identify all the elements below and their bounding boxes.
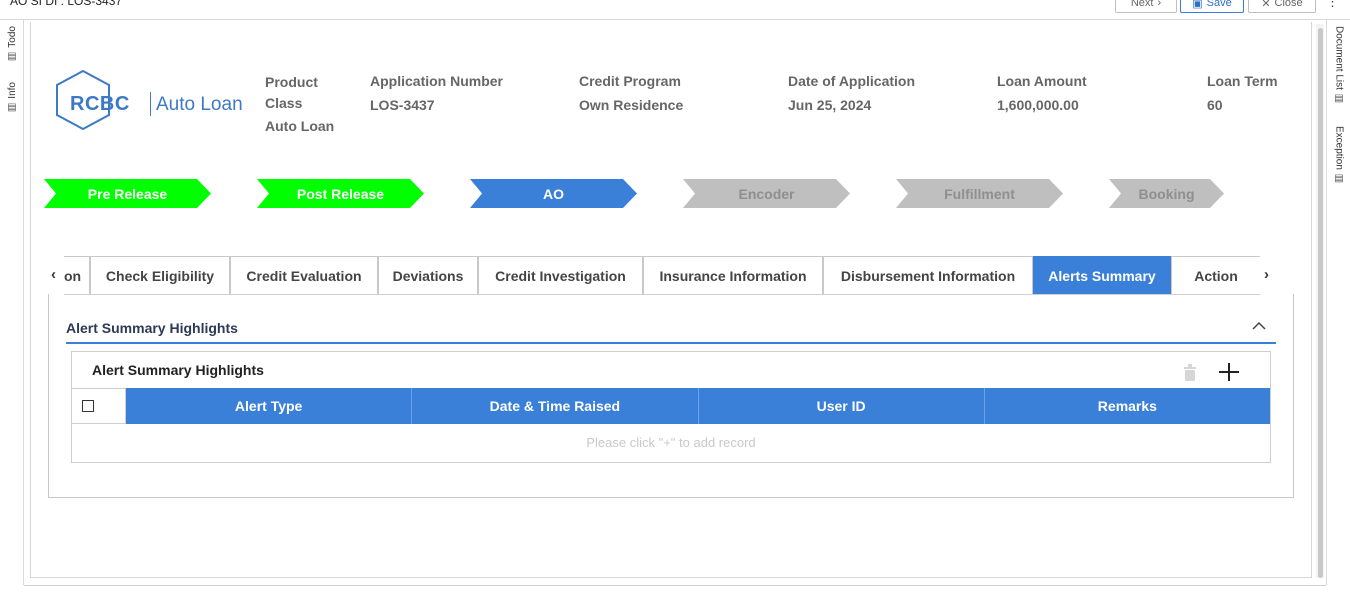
add-record-icon[interactable] (1217, 361, 1241, 383)
window-title: AO SI DI : LOS-3437 (10, 0, 123, 8)
tab-insurance-information[interactable]: Insurance Information (643, 256, 823, 294)
right-side-rail: Document List ▤ Exception ▤ (1326, 20, 1350, 585)
clipboard-icon: ▤ (1334, 172, 1344, 184)
rail-exception[interactable]: Exception ▤ (1330, 126, 1348, 184)
loan-amount-field: Loan Amount 1,600,000.00 (997, 73, 1087, 113)
stage-post-release: Post Release (257, 179, 424, 208)
column-header-date-time-raised[interactable]: Date & Time Raised (412, 388, 699, 424)
tab-disbursement-information[interactable]: Disbursement Information (823, 256, 1033, 294)
tab-action[interactable]: Action (1171, 256, 1260, 294)
application-number-field: Application Number LOS-3437 (370, 73, 504, 113)
save-button[interactable]: ▣ Save (1180, 0, 1244, 13)
stage-booking: Booking (1109, 179, 1224, 208)
divider (24, 585, 1326, 586)
trash-icon[interactable] (1182, 363, 1198, 382)
logo-brand: RCBC (70, 93, 130, 115)
tabs-scroll-right-icon[interactable]: › (1264, 266, 1269, 283)
clipboard-icon: ▤ (7, 50, 17, 62)
next-button[interactable]: Next › (1115, 0, 1177, 13)
chevron-up-icon[interactable] (1250, 318, 1268, 334)
date-of-application-field: Date of Application Jun 25, 2024 (788, 73, 916, 113)
column-header-remarks[interactable]: Remarks (984, 388, 1270, 424)
stage-ao: AO (470, 179, 637, 208)
close-button[interactable]: ✕ Close (1248, 0, 1316, 13)
product-class-field: Product Class Auto Loan (265, 74, 335, 134)
more-menu-icon[interactable]: ⋮ (1326, 0, 1339, 10)
clipboard-icon: ▤ (1334, 92, 1344, 104)
select-all-cell (72, 388, 126, 424)
save-icon: ▣ (1192, 0, 1203, 10)
section-underline (66, 342, 1276, 344)
left-side-rail: Todo ▤ Info ▤ (0, 20, 24, 585)
loan-term-field: Loan Term 60 (1207, 73, 1278, 113)
logo-product: Auto Loan (156, 94, 243, 115)
tabs-scroll-left-icon[interactable]: ‹ (51, 266, 56, 283)
section-title: Alert Summary Highlights (66, 320, 238, 336)
tab-credit-evaluation[interactable]: Credit Evaluation (230, 256, 378, 294)
rail-document-list[interactable]: Document List ▤ (1330, 26, 1348, 104)
close-icon: ✕ (1261, 0, 1271, 10)
tab-partial[interactable]: on (64, 256, 90, 294)
rail-todo[interactable]: Todo ▤ (3, 26, 21, 62)
window-header: AO SI DI : LOS-3437 Next › ▣ Save ✕ Clos… (0, 0, 1350, 20)
select-all-checkbox[interactable] (82, 400, 94, 412)
stage-fulfillment: Fulfillment (896, 179, 1063, 208)
grid-title: Alert Summary Highlights (92, 362, 264, 378)
tab-credit-investigation[interactable]: Credit Investigation (478, 256, 643, 294)
column-header-user-id[interactable]: User ID (698, 388, 985, 424)
stage-pre-release: Pre Release (44, 179, 211, 208)
chevron-right-icon: › (1157, 0, 1162, 9)
stage-encoder: Encoder (683, 179, 850, 208)
tab-deviations[interactable]: Deviations (378, 256, 478, 294)
rcbc-auto-loan-logo: RCBC Auto Loan (54, 70, 244, 130)
clipboard-icon: ▤ (7, 101, 17, 113)
empty-grid-message: Please click "+" to add record (586, 435, 756, 450)
scrollbar-thumb[interactable] (1318, 28, 1323, 578)
grid-header-row: Alert Type Date & Time Raised User ID Re… (72, 388, 1270, 424)
credit-program-field: Credit Program Own Residence (579, 73, 684, 113)
tab-check-eligibility[interactable]: Check Eligibility (90, 256, 230, 294)
tab-alerts-summary[interactable]: Alerts Summary (1033, 256, 1171, 294)
rail-info[interactable]: Info ▤ (3, 82, 21, 113)
column-header-alert-type[interactable]: Alert Type (126, 388, 413, 424)
